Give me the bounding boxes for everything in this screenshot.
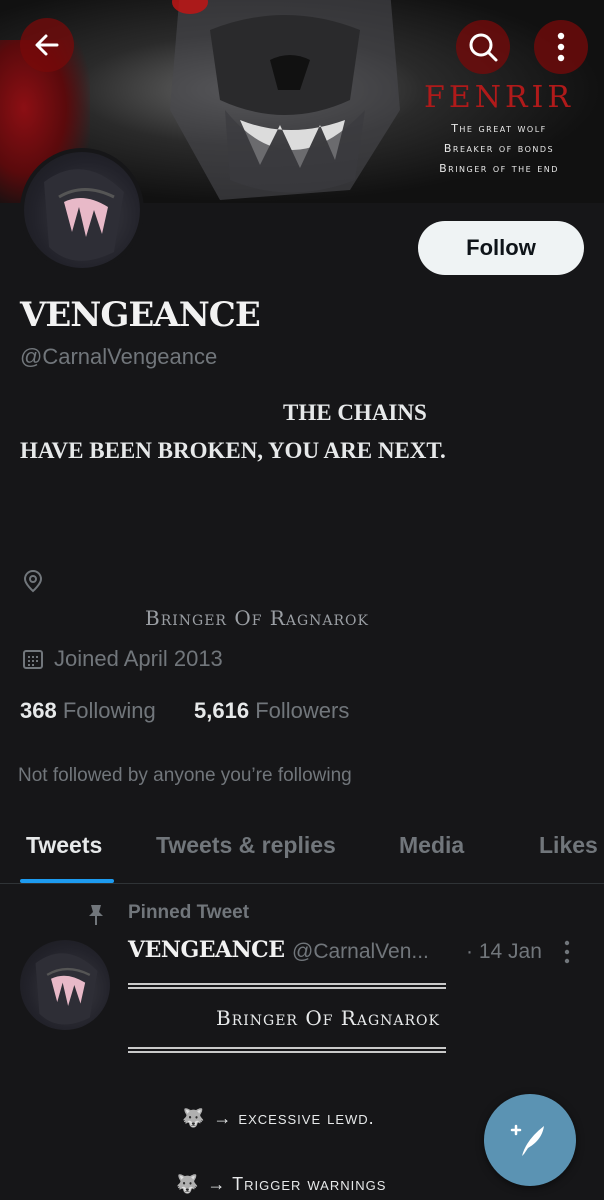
active-tab-indicator bbox=[20, 879, 114, 883]
tweet-divider-top bbox=[128, 983, 446, 989]
tab-tweets[interactable]: Tweets bbox=[26, 832, 102, 859]
bio-line-1: THE CHAINS bbox=[283, 400, 427, 425]
tweet-author-handle: @CarnalVen... bbox=[292, 940, 429, 963]
followers-link[interactable]: 5,616 Followers bbox=[194, 698, 349, 723]
tab-likes[interactable]: Likes bbox=[539, 832, 598, 859]
banner-line-1: The great wolf bbox=[451, 122, 547, 135]
bio-line-2: HAVE BEEN BROKEN, YOU ARE NEXT. bbox=[20, 438, 446, 463]
location-pin-icon bbox=[23, 569, 43, 593]
following-link[interactable]: 368 Following bbox=[20, 698, 156, 723]
followers-count: 5,616 bbox=[194, 698, 250, 723]
wolf-emoji-icon: 🐺 bbox=[182, 1108, 206, 1128]
back-button[interactable] bbox=[20, 18, 74, 72]
profile-avatar[interactable] bbox=[20, 148, 144, 272]
pin-icon bbox=[89, 905, 103, 925]
following-count: 368 bbox=[20, 698, 57, 723]
banner-wolf-illustration bbox=[170, 0, 400, 200]
tweet-more-icon[interactable] bbox=[562, 940, 572, 964]
profile-tabs: Tweets Tweets & replies Media Likes bbox=[0, 822, 604, 884]
pinned-label: Pinned Tweet bbox=[128, 902, 250, 923]
tweet-author-name[interactable]: VENGEANCE bbox=[128, 937, 285, 963]
tweet-body-title: Bringer Of Ragnarok bbox=[216, 1006, 440, 1030]
following-label: Following bbox=[62, 698, 156, 723]
profile-location: Bringer Of Ragnarok bbox=[145, 606, 369, 630]
compose-feather-icon bbox=[510, 1124, 544, 1156]
follow-button[interactable]: Follow bbox=[418, 221, 584, 275]
followers-label: Followers bbox=[255, 698, 350, 723]
profile-name: VENGEANCE bbox=[20, 295, 261, 335]
tweet-divider-bottom bbox=[128, 1047, 446, 1053]
compose-tweet-button[interactable] bbox=[484, 1094, 576, 1186]
more-vertical-icon bbox=[557, 32, 565, 62]
wolf-emoji-icon: 🐺 bbox=[176, 1174, 200, 1194]
tweet-warning-2: 🐺 → Trigger warnings bbox=[176, 1174, 386, 1195]
avatar-wolf-image bbox=[44, 169, 124, 261]
search-button[interactable] bbox=[456, 20, 510, 74]
avatar-wolf-image bbox=[35, 953, 98, 1025]
tweet-date: · 14 Jan bbox=[466, 940, 542, 963]
tweet-avatar[interactable] bbox=[20, 940, 110, 1030]
warning-2-text: → Trigger warnings bbox=[207, 1174, 387, 1194]
warning-1-text: → excessive lewd. bbox=[213, 1108, 375, 1128]
banner-line-3: Bringer of the end bbox=[439, 162, 559, 175]
tab-tweets-replies[interactable]: Tweets & replies bbox=[156, 832, 336, 859]
banner-title: FENRIR bbox=[424, 80, 574, 115]
profile-stats: 368 Following 5,616 Followers bbox=[20, 698, 349, 724]
banner-text: FENRIR The great wolf Breaker of bonds B… bbox=[424, 80, 574, 175]
arrow-left-icon bbox=[35, 34, 59, 56]
more-options-button[interactable] bbox=[534, 20, 588, 74]
joined-date: Joined April 2013 bbox=[54, 646, 223, 671]
calendar-icon bbox=[23, 650, 43, 669]
tweet-warning-1: 🐺 → excessive lewd. bbox=[182, 1108, 375, 1129]
followed-by-info: Not followed by anyone you’re following bbox=[18, 765, 352, 786]
profile-handle: @CarnalVengeance bbox=[20, 344, 218, 369]
search-icon bbox=[469, 33, 498, 62]
tab-media[interactable]: Media bbox=[399, 832, 464, 859]
banner-line-2: Breaker of bonds bbox=[443, 142, 555, 155]
